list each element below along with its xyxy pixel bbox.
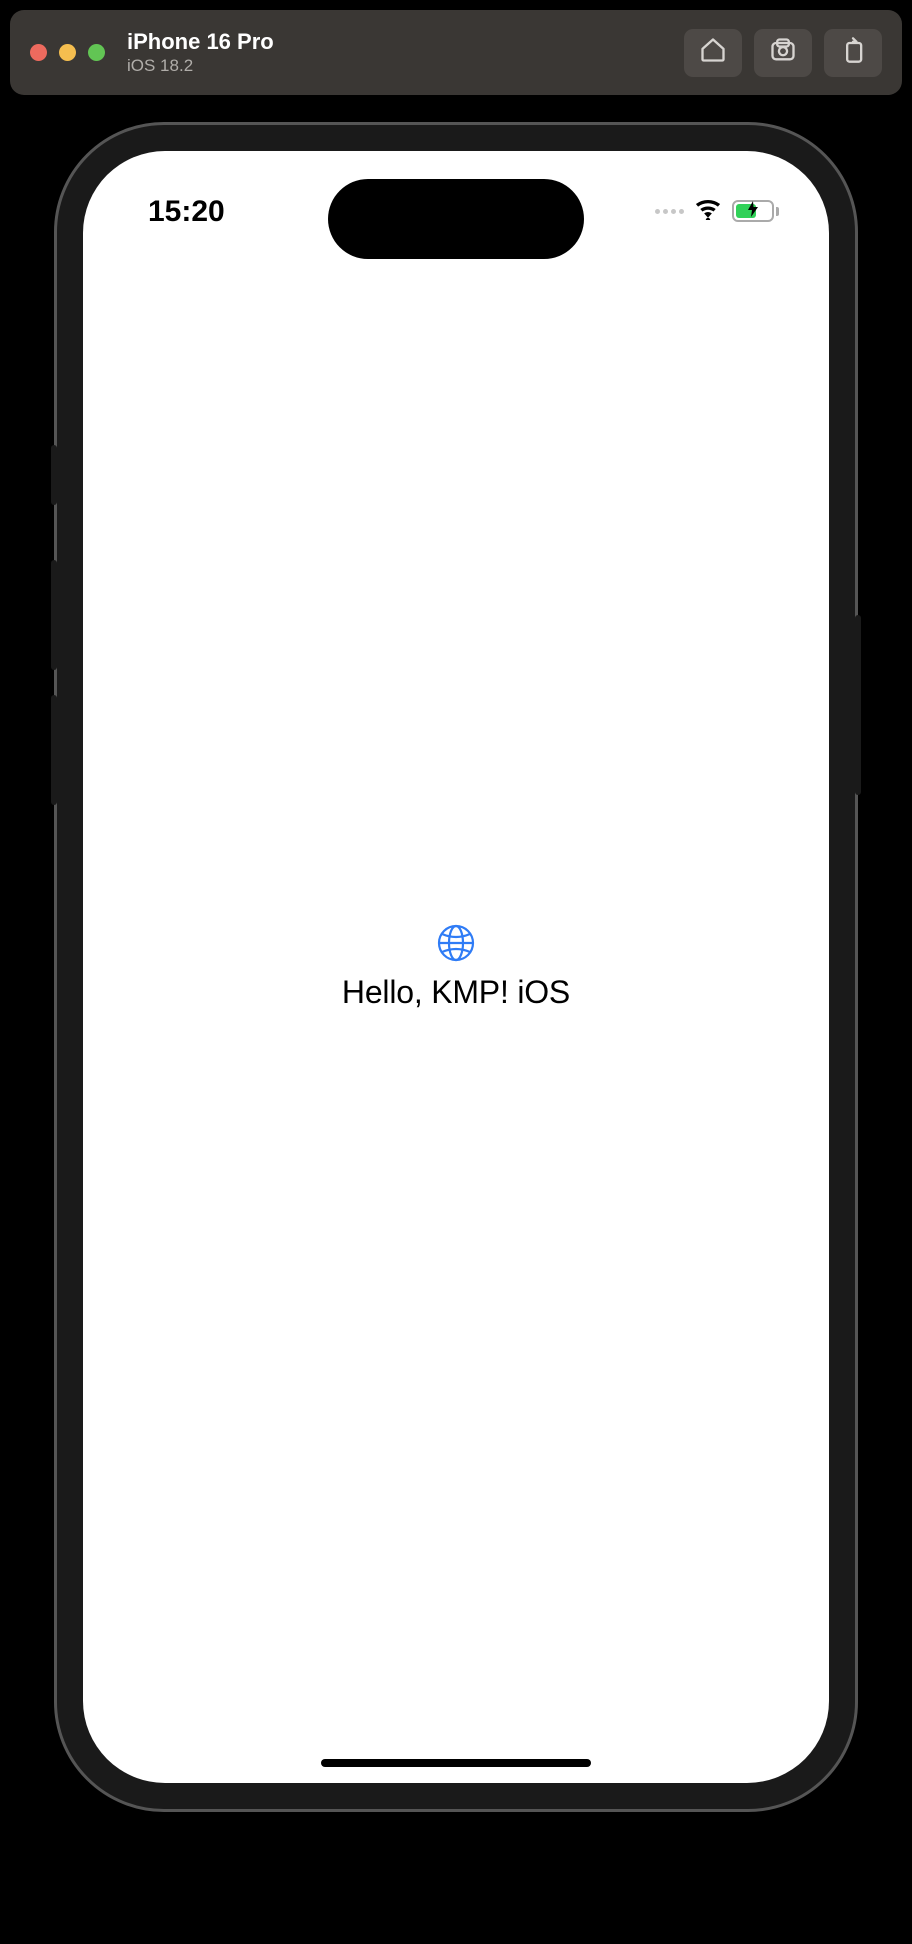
window-traffic-lights <box>30 44 105 61</box>
volume-up-button[interactable] <box>51 560 57 670</box>
rotate-icon <box>839 36 867 69</box>
home-indicator[interactable] <box>321 1759 591 1767</box>
home-icon <box>699 36 727 69</box>
close-window-button[interactable] <box>30 44 47 61</box>
home-button[interactable] <box>684 29 742 77</box>
simulator-toolbar: iPhone 16 Pro iOS 18.2 <box>10 10 902 95</box>
rotate-button[interactable] <box>824 29 882 77</box>
ringer-switch[interactable] <box>51 445 57 505</box>
device-screen: 15:20 <box>83 151 829 1783</box>
globe-icon <box>436 923 476 968</box>
simulator-os-version: iOS 18.2 <box>127 56 274 76</box>
power-button[interactable] <box>855 615 861 795</box>
zoom-window-button[interactable] <box>88 44 105 61</box>
greeting-text: Hello, KMP! iOS <box>342 974 570 1011</box>
camera-icon <box>769 36 797 69</box>
simulator-title-block: iPhone 16 Pro iOS 18.2 <box>127 29 274 76</box>
screenshot-button[interactable] <box>754 29 812 77</box>
device-frame: 15:20 <box>54 122 858 1812</box>
simulator-actions <box>684 29 882 77</box>
app-content: Hello, KMP! iOS <box>83 151 829 1783</box>
minimize-window-button[interactable] <box>59 44 76 61</box>
volume-down-button[interactable] <box>51 695 57 805</box>
simulator-device-name: iPhone 16 Pro <box>127 29 274 55</box>
